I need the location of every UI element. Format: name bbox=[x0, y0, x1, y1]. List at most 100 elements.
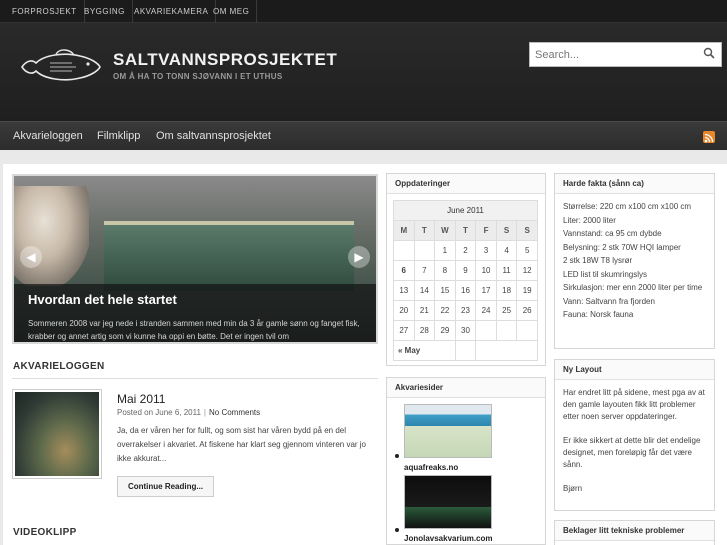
calendar-weekday: F bbox=[475, 220, 497, 241]
calendar-day: 24 bbox=[475, 300, 497, 321]
link-aquafreaks[interactable]: aquafreaks.no bbox=[404, 463, 458, 472]
tech-problems-widget: Beklager litt tekniske problemer bbox=[554, 520, 715, 545]
calendar-weekday: S bbox=[516, 220, 538, 241]
aquarium-image bbox=[104, 221, 354, 291]
fact-line: Størrelse: 220 cm x100 cm x100 cm bbox=[563, 202, 692, 211]
nav-om-saltvannsprosjektet[interactable]: Om saltvannsprosjektet bbox=[156, 122, 271, 151]
top-nav-akvariekamera[interactable]: AKVARIEKAMERA bbox=[127, 0, 217, 23]
post-title[interactable]: Mai 2011 bbox=[117, 392, 165, 406]
post-comments-link[interactable]: No Comments bbox=[209, 408, 260, 417]
section-title-akvarieloggen: AKVARIELOGGEN bbox=[13, 361, 105, 372]
calendar-empty-cell bbox=[393, 240, 415, 261]
fact-line: LED list til skumringslys bbox=[563, 269, 648, 279]
search-box bbox=[529, 42, 722, 67]
featured-slider[interactable]: ◀ ▶ Hvordan det hele startet Sommeren 20… bbox=[12, 174, 378, 344]
nav-akvarieloggen[interactable]: Akvarieloggen bbox=[13, 122, 83, 151]
calendar-day: 15 bbox=[434, 280, 456, 301]
calendar-day: 2 bbox=[454, 240, 477, 261]
post-thumbnail[interactable] bbox=[12, 389, 102, 479]
calendar-day: 6 bbox=[393, 260, 415, 281]
fact-line: Belysning: 2 stk 70W HQI lamper bbox=[563, 242, 681, 252]
calendar-day: 10 bbox=[475, 260, 497, 281]
slider-next-icon[interactable]: ▶ bbox=[348, 246, 370, 268]
calendar-empty-cell bbox=[475, 320, 497, 341]
calendar-day: 18 bbox=[495, 280, 518, 301]
calendar-weekday: S bbox=[495, 220, 518, 241]
rss-icon[interactable] bbox=[703, 131, 715, 143]
calendar-day: 27 bbox=[393, 320, 415, 341]
bullet-icon bbox=[395, 454, 399, 458]
facts-list: Størrelse: 220 cm x100 cm x100 cm Liter:… bbox=[563, 201, 708, 323]
calendar-day: 7 bbox=[413, 260, 436, 281]
calendar-day: 4 bbox=[495, 240, 518, 261]
calendar-weekday: T bbox=[454, 220, 477, 241]
calendar-weekday: M bbox=[393, 220, 415, 241]
widget-title-ny-layout: Ny Layout bbox=[555, 360, 714, 380]
calendar-day: 12 bbox=[516, 260, 538, 281]
site-title[interactable]: SALTVANNSPROSJEKTET bbox=[113, 50, 337, 70]
fact-line: Liter: 2000 liter bbox=[563, 215, 616, 225]
continue-reading-button[interactable]: Continue Reading... bbox=[117, 476, 214, 497]
fish-logo-icon[interactable] bbox=[20, 49, 102, 85]
calendar-day: 30 bbox=[454, 320, 477, 341]
calendar-day: 11 bbox=[495, 260, 518, 281]
widget-title-harde-fakta: Harde fakta (sånn ca) bbox=[555, 174, 714, 194]
calendar-day: 28 bbox=[413, 320, 436, 341]
calendar-day: 25 bbox=[495, 300, 518, 321]
calendar-day: 3 bbox=[475, 240, 497, 261]
calendar-day: 17 bbox=[475, 280, 497, 301]
calendar-table: June 2011 MTWTFSS 1 2 3 4 5 6 7 8 9 10 11 12 13 14 15 1… bbox=[393, 200, 538, 361]
calendar-day: 29 bbox=[434, 320, 456, 341]
top-nav-bygging[interactable]: BYGGING bbox=[77, 0, 133, 23]
calendar-day: 13 bbox=[393, 280, 415, 301]
calendar-day: 8 bbox=[434, 260, 456, 281]
slider-title[interactable]: Hvordan det hele startet bbox=[28, 292, 177, 307]
layout-text: Har endret litt på sidene, mest pga av a… bbox=[563, 387, 708, 495]
calendar-day: 9 bbox=[454, 260, 477, 281]
nav-filmklipp[interactable]: Filmklipp bbox=[97, 122, 140, 151]
calendar-day: 20 bbox=[393, 300, 415, 321]
fact-line: Vannstand: ca 95 cm dybde bbox=[563, 229, 662, 238]
top-nav-om-meg[interactable]: OM MEG bbox=[206, 0, 258, 23]
link-jonolavsakvarium[interactable]: Jonolavsakvarium.com bbox=[404, 534, 492, 543]
widget-title-akvariesider: Akvariesider bbox=[387, 378, 545, 398]
calendar-day: 21 bbox=[413, 300, 436, 321]
calendar-day: 23 bbox=[454, 300, 477, 321]
facts-widget: Harde fakta (sånn ca) Størrelse: 220 cm … bbox=[554, 173, 715, 349]
calendar-prev-month-link[interactable]: « May bbox=[393, 340, 456, 361]
calendar-empty-cell bbox=[413, 240, 436, 261]
top-navigation: FORPROSJEKT BYGGING AKVARIEKAMERA OM MEG bbox=[0, 0, 727, 23]
calendar-month: June 2011 bbox=[393, 200, 538, 220]
site-screenshot-image[interactable] bbox=[404, 404, 492, 458]
section-title-videoklipp: VIDEOKLIPP bbox=[13, 527, 77, 538]
search-input[interactable] bbox=[530, 43, 700, 66]
calendar-day: 14 bbox=[413, 280, 436, 301]
fact-line: Fauna: Norsk fauna bbox=[563, 310, 634, 319]
bullet-icon bbox=[395, 528, 399, 532]
fact-line: Sirkulasjon: mer enn 2000 liter per time bbox=[563, 283, 703, 292]
post-date: Posted on June 6, 2011 bbox=[117, 408, 201, 417]
main-navigation: Akvarieloggen Filmklipp Om saltvannspros… bbox=[0, 121, 727, 150]
calendar-empty-cell bbox=[516, 320, 538, 341]
slider-prev-icon[interactable]: ◀ bbox=[20, 246, 42, 268]
layout-paragraph: Har endret litt på sidene, mest pga av a… bbox=[563, 388, 705, 421]
widget-title-oppdateringer: Oppdateringer bbox=[387, 174, 545, 194]
calendar-weekday: W bbox=[434, 220, 456, 241]
calendar-day: 16 bbox=[454, 280, 477, 301]
calendar-day: 19 bbox=[516, 280, 538, 301]
site-header: SALTVANNSPROSJEKTET OM Å HA TO TONN SJØV… bbox=[0, 23, 727, 121]
site-tagline: OM Å HA TO TONN SJØVANN I ET UTHUS bbox=[113, 72, 283, 81]
ny-layout-widget: Ny Layout Har endret litt på sidene, mes… bbox=[554, 359, 715, 511]
widget-title-tekniske-problemer: Beklager litt tekniske problemer bbox=[555, 521, 714, 541]
top-nav-forprosjekt[interactable]: FORPROSJEKT bbox=[5, 0, 85, 23]
search-icon[interactable] bbox=[703, 47, 715, 59]
layout-signature: Bjørn bbox=[563, 484, 583, 493]
fact-line: Vann: Saltvann fra fjorden bbox=[563, 296, 655, 306]
calendar-day: 5 bbox=[516, 240, 538, 261]
calendar-weekday: T bbox=[413, 220, 436, 241]
divider bbox=[12, 378, 378, 379]
layout-paragraph: Er ikke sikkert at dette blir det endeli… bbox=[563, 436, 701, 469]
site-screenshot-image[interactable] bbox=[404, 475, 492, 529]
slider-caption: Hvordan det hele startet Sommeren 2008 v… bbox=[14, 284, 376, 342]
calendar-day: 1 bbox=[434, 240, 456, 261]
